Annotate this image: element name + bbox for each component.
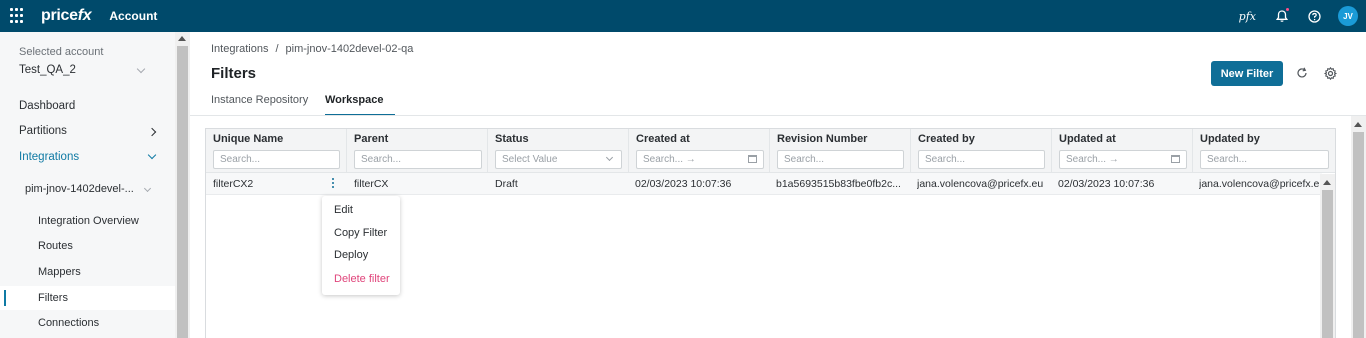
updated-at-filter-placeholder: Search... → (1066, 154, 1119, 165)
breadcrumb: Integrations / pim-jnov-1402devel-02-qa (211, 43, 413, 55)
sidebar-item-integration-overview[interactable]: Integration Overview (38, 215, 139, 227)
tabs-divider (190, 115, 1366, 116)
cell-parent: filterCX (354, 178, 389, 190)
column-title[interactable]: Created at (636, 133, 690, 145)
column-updated-by: Updated by Search... (1193, 129, 1335, 173)
scrollbar-thumb[interactable] (1322, 190, 1333, 338)
row-actions-kebab-icon[interactable] (330, 177, 336, 191)
column-status: Status Select Value (488, 129, 629, 173)
chevron-down-icon[interactable] (147, 150, 157, 160)
top-bar: pricefx Account pfx JV (0, 0, 1366, 32)
gear-icon[interactable] (1323, 66, 1338, 81)
breadcrumb-separator: / (275, 43, 279, 55)
pricefx-logo[interactable]: pricefx (41, 7, 92, 25)
scrollbar-thumb[interactable] (1353, 132, 1364, 338)
user-avatar[interactable]: JV (1338, 6, 1358, 26)
menu-item-deploy[interactable]: Deploy (334, 249, 368, 261)
nav-partitions-label: Partitions (19, 125, 67, 137)
parent-filter-input[interactable]: Search... (354, 150, 482, 169)
created-by-filter-input[interactable]: Search... (918, 150, 1045, 169)
column-unique-name: Unique Name Search... (206, 129, 347, 173)
notification-dot (1285, 7, 1290, 12)
nav-dashboard[interactable]: Dashboard (19, 100, 75, 112)
chevron-down-icon[interactable] (136, 64, 146, 74)
column-updated-at: Updated at Search... → (1052, 129, 1193, 173)
sidebar-item-connections[interactable]: Connections (38, 317, 99, 329)
tab-workspace[interactable]: Workspace (325, 94, 384, 106)
scroll-up-arrow-icon[interactable] (1323, 180, 1331, 185)
column-title[interactable]: Revision Number (777, 133, 867, 145)
sidebar-scrollbar[interactable] (175, 32, 190, 338)
table-row[interactable]: filterCX2 filterCX Draft 02/03/2023 10:0… (206, 173, 1322, 195)
column-title[interactable]: Updated by (1200, 133, 1260, 145)
updated-at-filter-input[interactable]: Search... → (1059, 150, 1187, 169)
nav-partitions[interactable]: Partitions (19, 125, 159, 137)
calendar-icon (1171, 155, 1180, 163)
column-created-at: Created at Search... → (629, 129, 770, 173)
apps-grid-icon[interactable] (10, 8, 26, 24)
page-scrollbar[interactable] (1351, 116, 1366, 338)
column-title[interactable]: Created by (918, 133, 975, 145)
bell-icon[interactable] (1274, 7, 1290, 24)
created-at-filter-input[interactable]: Search... → (636, 150, 764, 169)
column-title[interactable]: Updated at (1059, 133, 1116, 145)
tab-instance-repository[interactable]: Instance Repository (211, 94, 308, 106)
column-title[interactable]: Status (495, 133, 529, 145)
calendar-icon (748, 155, 757, 163)
sidebar: Selected account Test_QA_2 Dashboard Par… (0, 32, 175, 338)
pfx-switcher[interactable]: pfx (1239, 10, 1256, 23)
cell-status: Draft (495, 178, 518, 190)
column-parent: Parent Search... (347, 129, 488, 173)
revision-filter-input[interactable]: Search... (777, 150, 904, 169)
active-row-highlight (0, 286, 175, 310)
new-filter-button[interactable]: New Filter (1211, 61, 1283, 86)
sidebar-item-filters[interactable]: Filters (38, 292, 68, 304)
column-revision-number: Revision Number Search... (770, 129, 911, 173)
cell-updated-at: 02/03/2023 10:07:36 (1058, 178, 1155, 190)
scroll-up-arrow-icon[interactable] (178, 36, 186, 41)
active-indicator (4, 290, 6, 306)
status-filter-placeholder: Select Value (502, 154, 558, 165)
selected-account-select[interactable]: Test_QA_2 (19, 64, 76, 76)
help-icon[interactable] (1306, 8, 1322, 24)
cell-created-at: 02/03/2023 10:07:36 (635, 178, 732, 190)
updated-by-filter-input[interactable]: Search... (1200, 150, 1329, 169)
refresh-icon[interactable] (1296, 67, 1308, 79)
cell-created-by: jana.volencova@pricefx.eu (917, 178, 1044, 190)
menu-item-edit[interactable]: Edit (334, 204, 353, 216)
page-title: Filters (211, 65, 257, 82)
table-header: Unique Name Search... Parent Search... S… (206, 129, 1335, 173)
nav-integrations[interactable]: Integrations (19, 151, 79, 163)
chevron-down-icon (605, 153, 614, 162)
table-inner-scrollbar[interactable] (1320, 174, 1335, 338)
menu-item-copy-filter[interactable]: Copy Filter (334, 227, 387, 239)
instance-select[interactable]: pim-jnov-1402devel-... (25, 183, 134, 195)
cell-unique-name: filterCX2 (213, 178, 254, 190)
breadcrumb-integrations[interactable]: Integrations (211, 43, 268, 55)
column-created-by: Created by Search... (911, 129, 1052, 173)
scrollbar-thumb[interactable] (177, 46, 188, 338)
menu-item-delete-filter[interactable]: Delete filter (334, 273, 390, 285)
status-filter-select[interactable]: Select Value (495, 150, 622, 169)
unique-name-filter-input[interactable]: Search... (213, 150, 340, 169)
selected-account-label: Selected account (19, 46, 104, 58)
sidebar-item-routes[interactable]: Routes (38, 240, 73, 252)
column-title[interactable]: Parent (354, 133, 388, 145)
cell-updated-by: jana.volencova@pricefx.eu (1199, 178, 1321, 190)
breadcrumb-instance[interactable]: pim-jnov-1402devel-02-qa (286, 43, 414, 55)
chevron-down-icon[interactable] (143, 184, 152, 193)
cell-revision-number: b1a5693515b83fbe0fb2c... (776, 178, 901, 190)
sidebar-item-mappers[interactable]: Mappers (38, 266, 81, 278)
column-title[interactable]: Unique Name (213, 133, 283, 145)
scroll-up-arrow-icon[interactable] (1354, 122, 1362, 127)
row-context-menu: Edit Copy Filter Deploy Delete filter (322, 196, 400, 295)
created-at-filter-placeholder: Search... → (643, 154, 696, 165)
app-name: Account (109, 9, 158, 23)
